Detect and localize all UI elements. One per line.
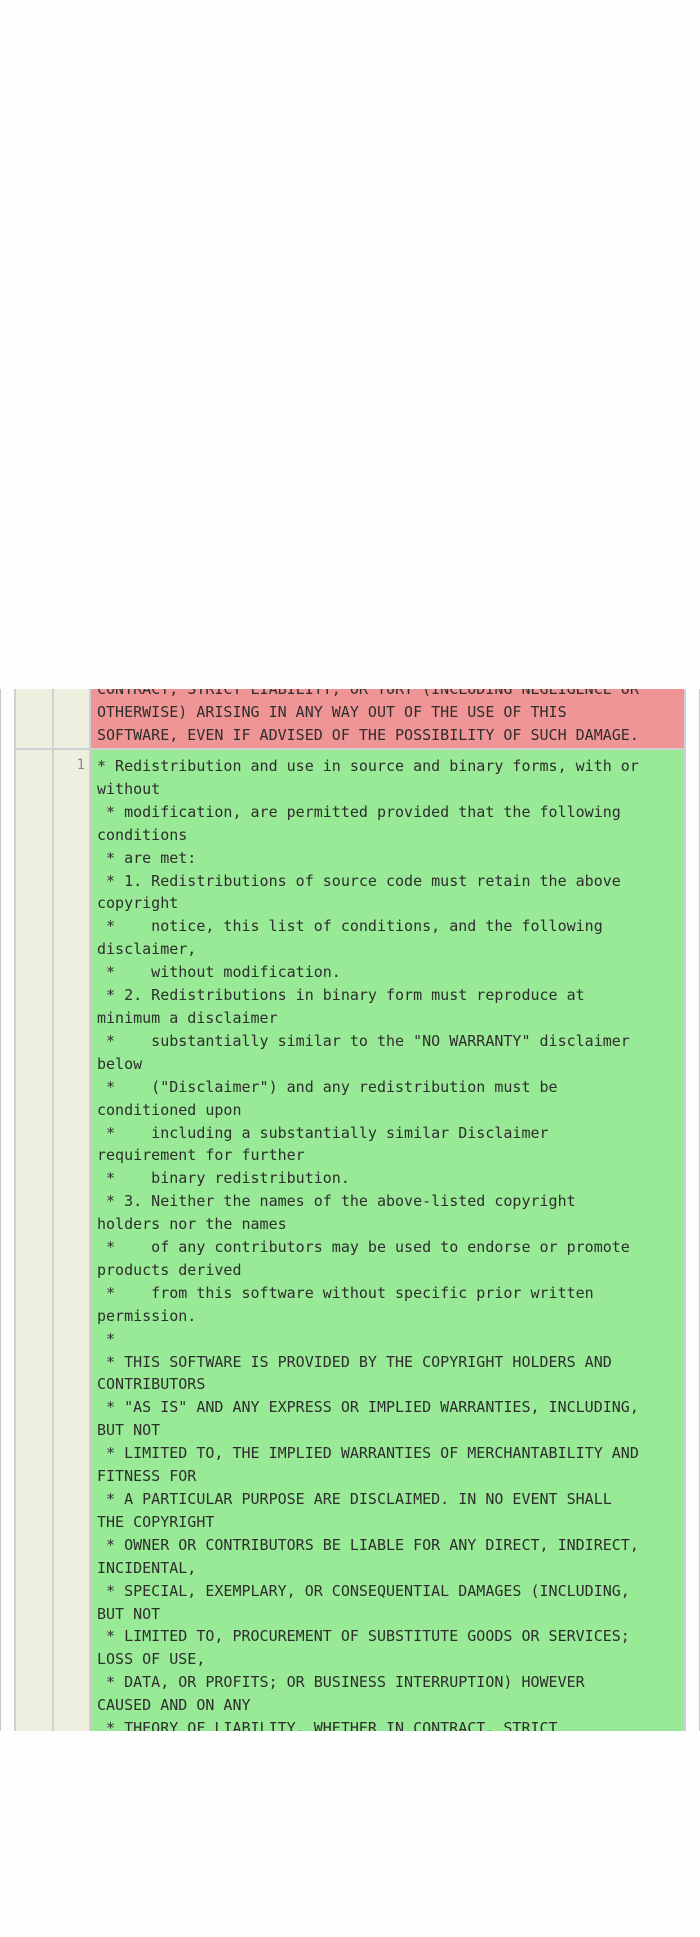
added-line-number: 1 (76, 757, 85, 773)
diff-left-border (0, 689, 1, 1731)
removed-lines-block: CONTRACT, STRICT LIABILITY, OR TORT (INC… (91, 689, 684, 748)
new-line-number-gutter (54, 689, 89, 1731)
diff-viewport: CONTRACT, STRICT LIABILITY, OR TORT (INC… (0, 689, 700, 1731)
diff-table: CONTRACT, STRICT LIABILITY, OR TORT (INC… (0, 689, 700, 1731)
old-line-number-gutter (16, 689, 52, 1731)
gutter-separator (684, 689, 686, 1731)
gutter-separator (52, 689, 54, 1731)
removed-line-text: CONTRACT, STRICT LIABILITY, OR TORT (INC… (97, 689, 639, 745)
added-line-text: * Redistribution and use in source and b… (97, 757, 639, 1731)
added-lines-block: * Redistribution and use in source and b… (91, 750, 684, 1731)
gutter-separator (14, 689, 16, 1731)
